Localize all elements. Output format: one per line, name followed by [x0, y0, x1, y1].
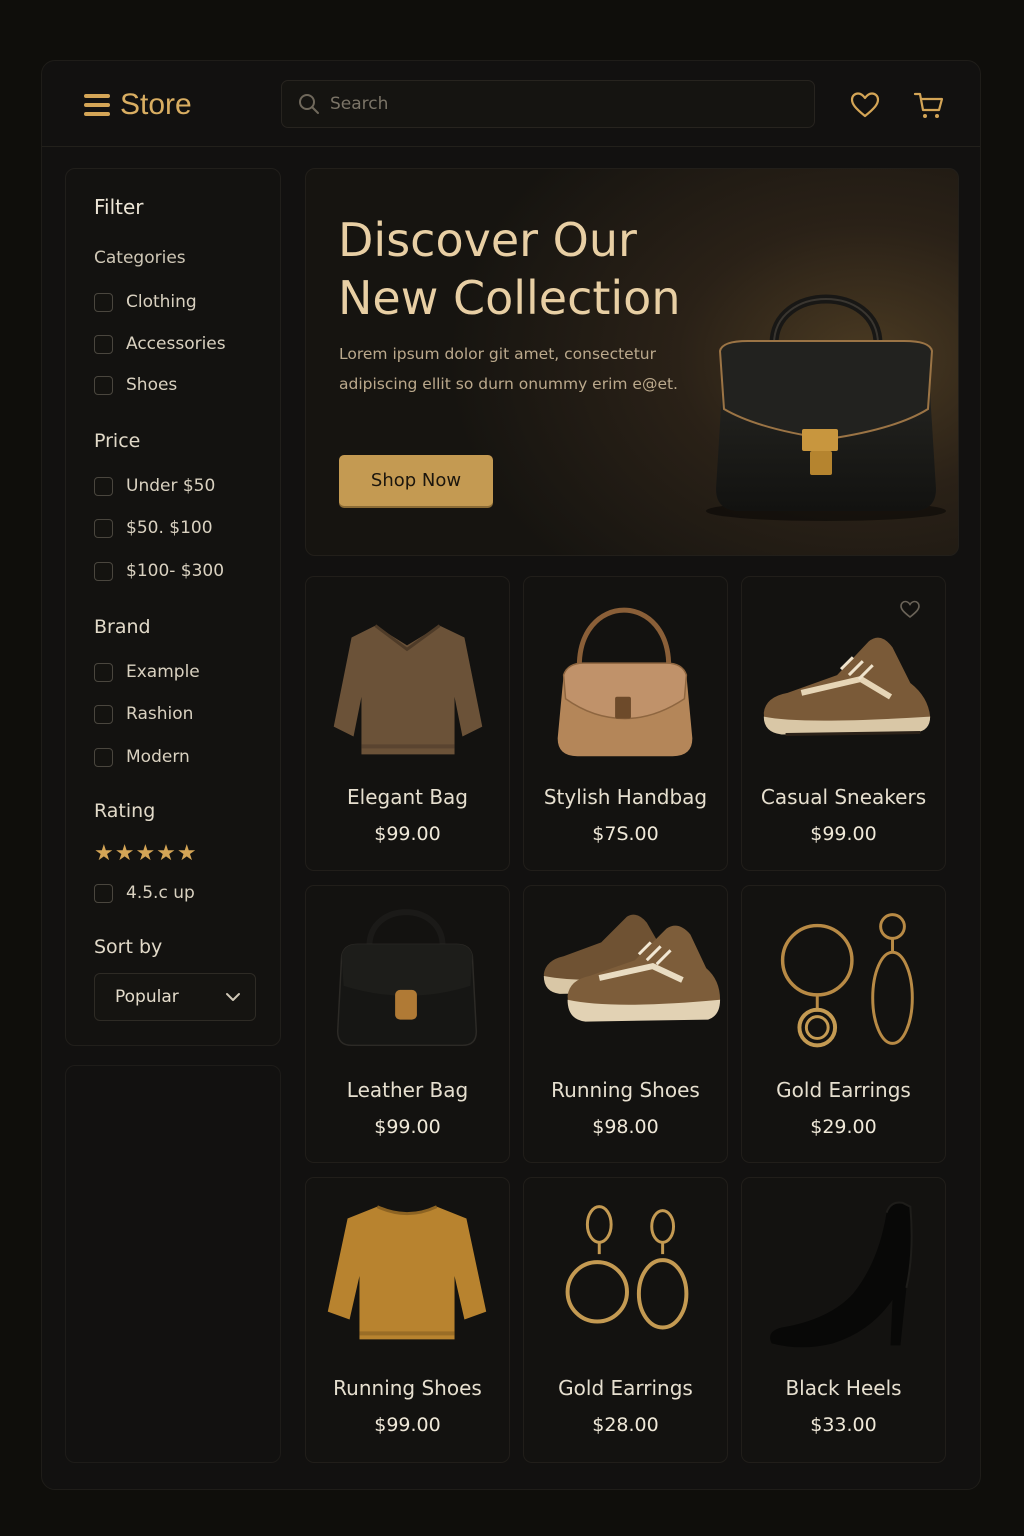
sort-select[interactable]: Popular [94, 973, 256, 1021]
checkbox[interactable] [94, 292, 113, 312]
sweater-icon [333, 624, 483, 755]
option-label: $50. $100 [126, 518, 213, 538]
product-price: $99.00 [374, 1414, 441, 1436]
filter-option-under-50[interactable]: Under $50 [94, 476, 215, 496]
checkbox[interactable] [94, 518, 113, 538]
store-logo[interactable]: Store [84, 85, 192, 125]
menu-icon[interactable] [84, 94, 110, 116]
product-card[interactable]: Leather Bag $99.00 [305, 885, 510, 1163]
product-price: $28.00 [592, 1414, 659, 1436]
product-price: $99.00 [374, 823, 441, 845]
filter-option-modern[interactable]: Modern [94, 747, 190, 767]
product-price: $33.00 [810, 1414, 877, 1436]
product-card[interactable]: Gold Earrings $28.00 [523, 1177, 728, 1463]
checkbox[interactable] [94, 704, 113, 724]
filter-option-accessories[interactable]: Accessories [94, 334, 226, 354]
product-card[interactable]: Casual Sneakers $99.00 [741, 576, 946, 871]
option-label: $100- $300 [126, 561, 225, 581]
logo-text: Store [120, 88, 192, 121]
product-card[interactable]: Black Heels $33.00 [741, 1177, 946, 1463]
categories-heading: Categories [94, 248, 186, 268]
black-handbag-icon [706, 294, 946, 521]
product-price: $29.00 [810, 1116, 877, 1138]
option-label: Clothing [126, 292, 197, 312]
heels-icon [770, 1201, 913, 1348]
product-price: $7S.00 [592, 823, 659, 845]
chevron-down-icon [226, 993, 240, 1001]
hero-banner: Discover Our New Collection Lorem ipsum … [305, 168, 959, 556]
filter-option-50-100[interactable]: $50. $100 [94, 518, 213, 538]
checkbox[interactable] [94, 334, 113, 354]
product-price: $99.00 [374, 1116, 441, 1138]
option-label: Modern [126, 747, 190, 767]
running-shoes-icon [543, 914, 721, 1022]
sort-heading: Sort by [94, 936, 163, 958]
product-card[interactable]: Running Shoes $98.00 [523, 885, 728, 1163]
hero-title: Discover Our New Collection [338, 211, 718, 327]
cart-icon[interactable] [913, 89, 945, 121]
product-card[interactable]: Gold Earrings $29.00 [741, 885, 946, 1163]
earrings-icon [780, 913, 914, 1048]
option-label: Example [126, 662, 200, 682]
hero-title-line-2: New Collection [338, 271, 681, 325]
wishlist-heart-icon[interactable] [849, 89, 881, 121]
brand-heading: Brand [94, 616, 151, 638]
checkbox[interactable] [94, 375, 113, 395]
leather-bag-icon [336, 909, 478, 1047]
store-app: Store Filter Categories Clothing Accesso… [41, 60, 981, 1490]
filter-option-shoes[interactable]: Shoes [94, 375, 177, 395]
option-label: Under $50 [126, 476, 216, 496]
option-label: Rashion [126, 704, 194, 724]
product-card[interactable]: Stylish Handbag $7S.00 [523, 576, 728, 871]
search-icon [299, 94, 319, 114]
filter-option-rashion[interactable]: Rashion [94, 704, 193, 724]
filter-title: Filter [94, 195, 144, 219]
option-label: 4.5.c up [126, 883, 195, 903]
product-name: Gold Earrings [776, 1078, 911, 1102]
product-name: Gold Earrings [558, 1376, 693, 1400]
product-name: Running Shoes [551, 1078, 700, 1102]
sneaker-icon [763, 637, 931, 736]
product-name: Elegant Bag [347, 785, 468, 809]
hero-title-line-1: Discover Our [338, 213, 637, 267]
product-name: Stylish Handbag [543, 785, 708, 809]
top-bar: Store [42, 61, 980, 147]
sort-value: Popular [115, 987, 179, 1007]
sidebar-empty-panel [65, 1065, 281, 1463]
rating-heading: Rating [94, 800, 156, 822]
checkbox[interactable] [94, 883, 113, 903]
price-heading: Price [94, 430, 141, 452]
filter-sidebar: Filter Categories Clothing Accessories S… [65, 168, 281, 1046]
rating-stars-icon[interactable]: ★★★★★ [94, 841, 198, 866]
filter-option-example[interactable]: Example [94, 662, 200, 682]
handbag-icon [557, 607, 693, 757]
checkbox[interactable] [94, 561, 113, 581]
product-name: Running Shoes [333, 1376, 482, 1400]
product-name: Casual Sneakers [760, 785, 927, 809]
option-label: Shoes [126, 375, 178, 395]
filter-option-clothing[interactable]: Clothing [94, 292, 197, 312]
option-label: Accessories [126, 334, 226, 354]
search-input[interactable] [330, 94, 790, 114]
shop-now-button[interactable]: Shop Now [339, 455, 493, 506]
product-price: $99.00 [810, 823, 877, 845]
product-card[interactable]: Elegant Bag $99.00 [305, 576, 510, 871]
filter-option-100-300[interactable]: $100- $300 [94, 561, 224, 581]
earrings-icon [565, 1205, 689, 1330]
checkbox[interactable] [94, 747, 113, 767]
checkbox[interactable] [94, 476, 113, 496]
sweater-icon [327, 1205, 487, 1340]
filter-option-rating[interactable]: 4.5.c up [94, 883, 195, 903]
product-name: Black Heels [785, 1376, 902, 1400]
search-bar[interactable] [281, 80, 815, 128]
product-price: $98.00 [592, 1116, 659, 1138]
product-card[interactable]: Running Shoes $99.00 [305, 1177, 510, 1463]
product-name: Leather Bag [346, 1078, 469, 1102]
hero-description: Lorem ipsum dolor git amet, consectetur … [339, 345, 678, 393]
checkbox[interactable] [94, 662, 113, 682]
